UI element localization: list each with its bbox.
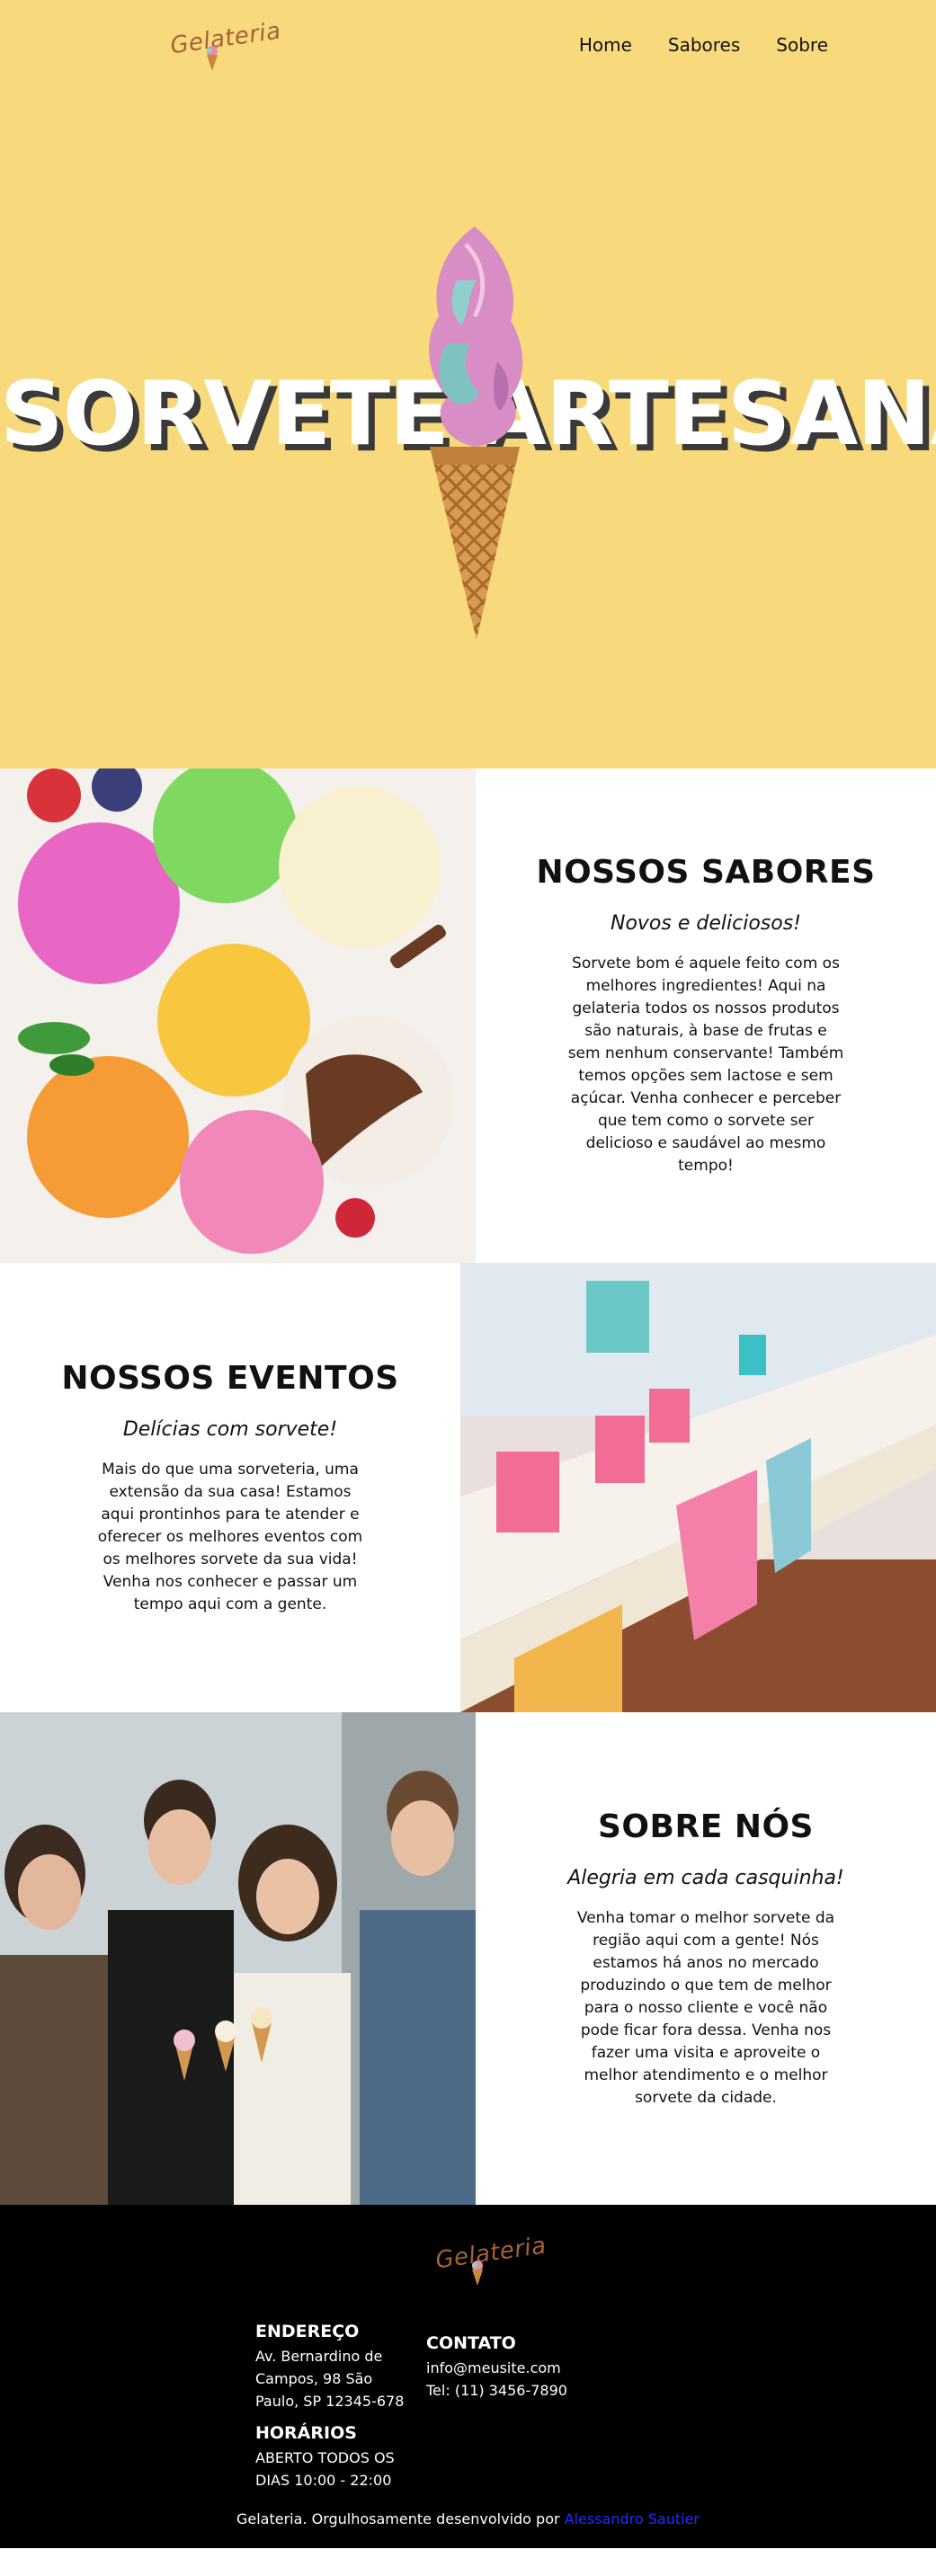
- about-text: SOBRE NÓS Alegria em cada casquinha! Ven…: [476, 1712, 936, 2205]
- section-title: SOBRE NÓS: [598, 1808, 814, 1845]
- ice-cream-cone-icon: [207, 46, 218, 71]
- footer-hours: HORÁRIOS ABERTO TODOS OS DIAS 10:00 - 22…: [255, 2423, 408, 2492]
- footer-address: ENDEREÇO Av. Bernardino de Campos, 98 Sã…: [255, 2322, 408, 2412]
- main-menu: Home Sabores Sobre: [579, 34, 828, 56]
- party-table-photo: [460, 1263, 936, 1712]
- footer: Gelateria ENDEREÇO Av. Bernardino de Cam…: [0, 2205, 936, 2548]
- nav-home[interactable]: Home: [579, 34, 632, 56]
- top-nav: Gelateria Home Sabores Sobre: [0, 0, 936, 94]
- ice-cream-cone-icon: [429, 227, 523, 640]
- address-text: Av. Bernardino de Campos, 98 São Paulo, …: [255, 2348, 405, 2410]
- address-heading: ENDEREÇO: [255, 2322, 360, 2341]
- contact-heading: CONTATO: [426, 2333, 516, 2353]
- about-section: SOBRE NÓS Alegria em cada casquinha! Ven…: [0, 1712, 936, 2205]
- events-section: NOSSOS EVENTOS Delícias com sorvete! Mai…: [0, 1263, 936, 1712]
- section-subtitle: Novos e deliciosos!: [611, 912, 801, 935]
- hours-heading: HORÁRIOS: [255, 2423, 357, 2443]
- credit-link[interactable]: Alessandro Sautier: [565, 2510, 700, 2527]
- friends-ice-cream-photo: [0, 1712, 476, 2205]
- ice-cream-scoops-photo: [0, 768, 476, 1263]
- flavors-image: [0, 768, 476, 1263]
- nav-sobre[interactable]: Sobre: [776, 34, 828, 56]
- section-subtitle: Delícias com sorvete!: [122, 1417, 338, 1441]
- flavors-text: NOSSOS SABORES Novos e deliciosos! Sorve…: [476, 768, 936, 1263]
- contact-email[interactable]: info@meusite.com: [426, 2357, 606, 2379]
- footer-logo[interactable]: Gelateria: [430, 2233, 548, 2287]
- logo-text: Gelateria: [433, 2232, 548, 2275]
- credit-text: Gelateria. Orgulhosamente desenvolvido p…: [236, 2510, 560, 2527]
- section-title: NOSSOS EVENTOS: [61, 1359, 399, 1397]
- section-subtitle: Alegria em cada casquinha!: [567, 1866, 844, 1889]
- footer-contact: CONTATO info@meusite.com Tel: (11) 3456-…: [426, 2333, 606, 2402]
- ice-cream-cone-icon: [472, 2261, 483, 2286]
- nav-sabores[interactable]: Sabores: [668, 34, 740, 56]
- flavors-section: NOSSOS SABORES Novos e deliciosos! Sorve…: [0, 768, 936, 1263]
- hero-section: Gelateria Home Sabores Sobre SORVETE ART…: [0, 0, 936, 768]
- about-image: [0, 1712, 476, 2205]
- events-text: NOSSOS EVENTOS Delícias com sorvete! Mai…: [0, 1263, 460, 1712]
- hours-text: ABERTO TODOS OS DIAS 10:00 - 22:00: [255, 2449, 395, 2489]
- events-image: [460, 1263, 936, 1712]
- contact-phone: Tel: (11) 3456-7890: [426, 2382, 567, 2399]
- section-body: Venha tomar o melhor sorvete da região a…: [576, 1908, 835, 2107]
- section-title: NOSSOS SABORES: [536, 854, 876, 891]
- section-body: Mais do que uma sorveteria, uma extensão…: [97, 1460, 363, 1613]
- logo[interactable]: Gelateria: [165, 18, 282, 72]
- footer-credit: Gelateria. Orgulhosamente desenvolvido p…: [0, 2510, 936, 2527]
- logo-text: Gelateria: [168, 17, 283, 60]
- section-body: Sorvete bom é aquele feito com os melhor…: [567, 955, 844, 1175]
